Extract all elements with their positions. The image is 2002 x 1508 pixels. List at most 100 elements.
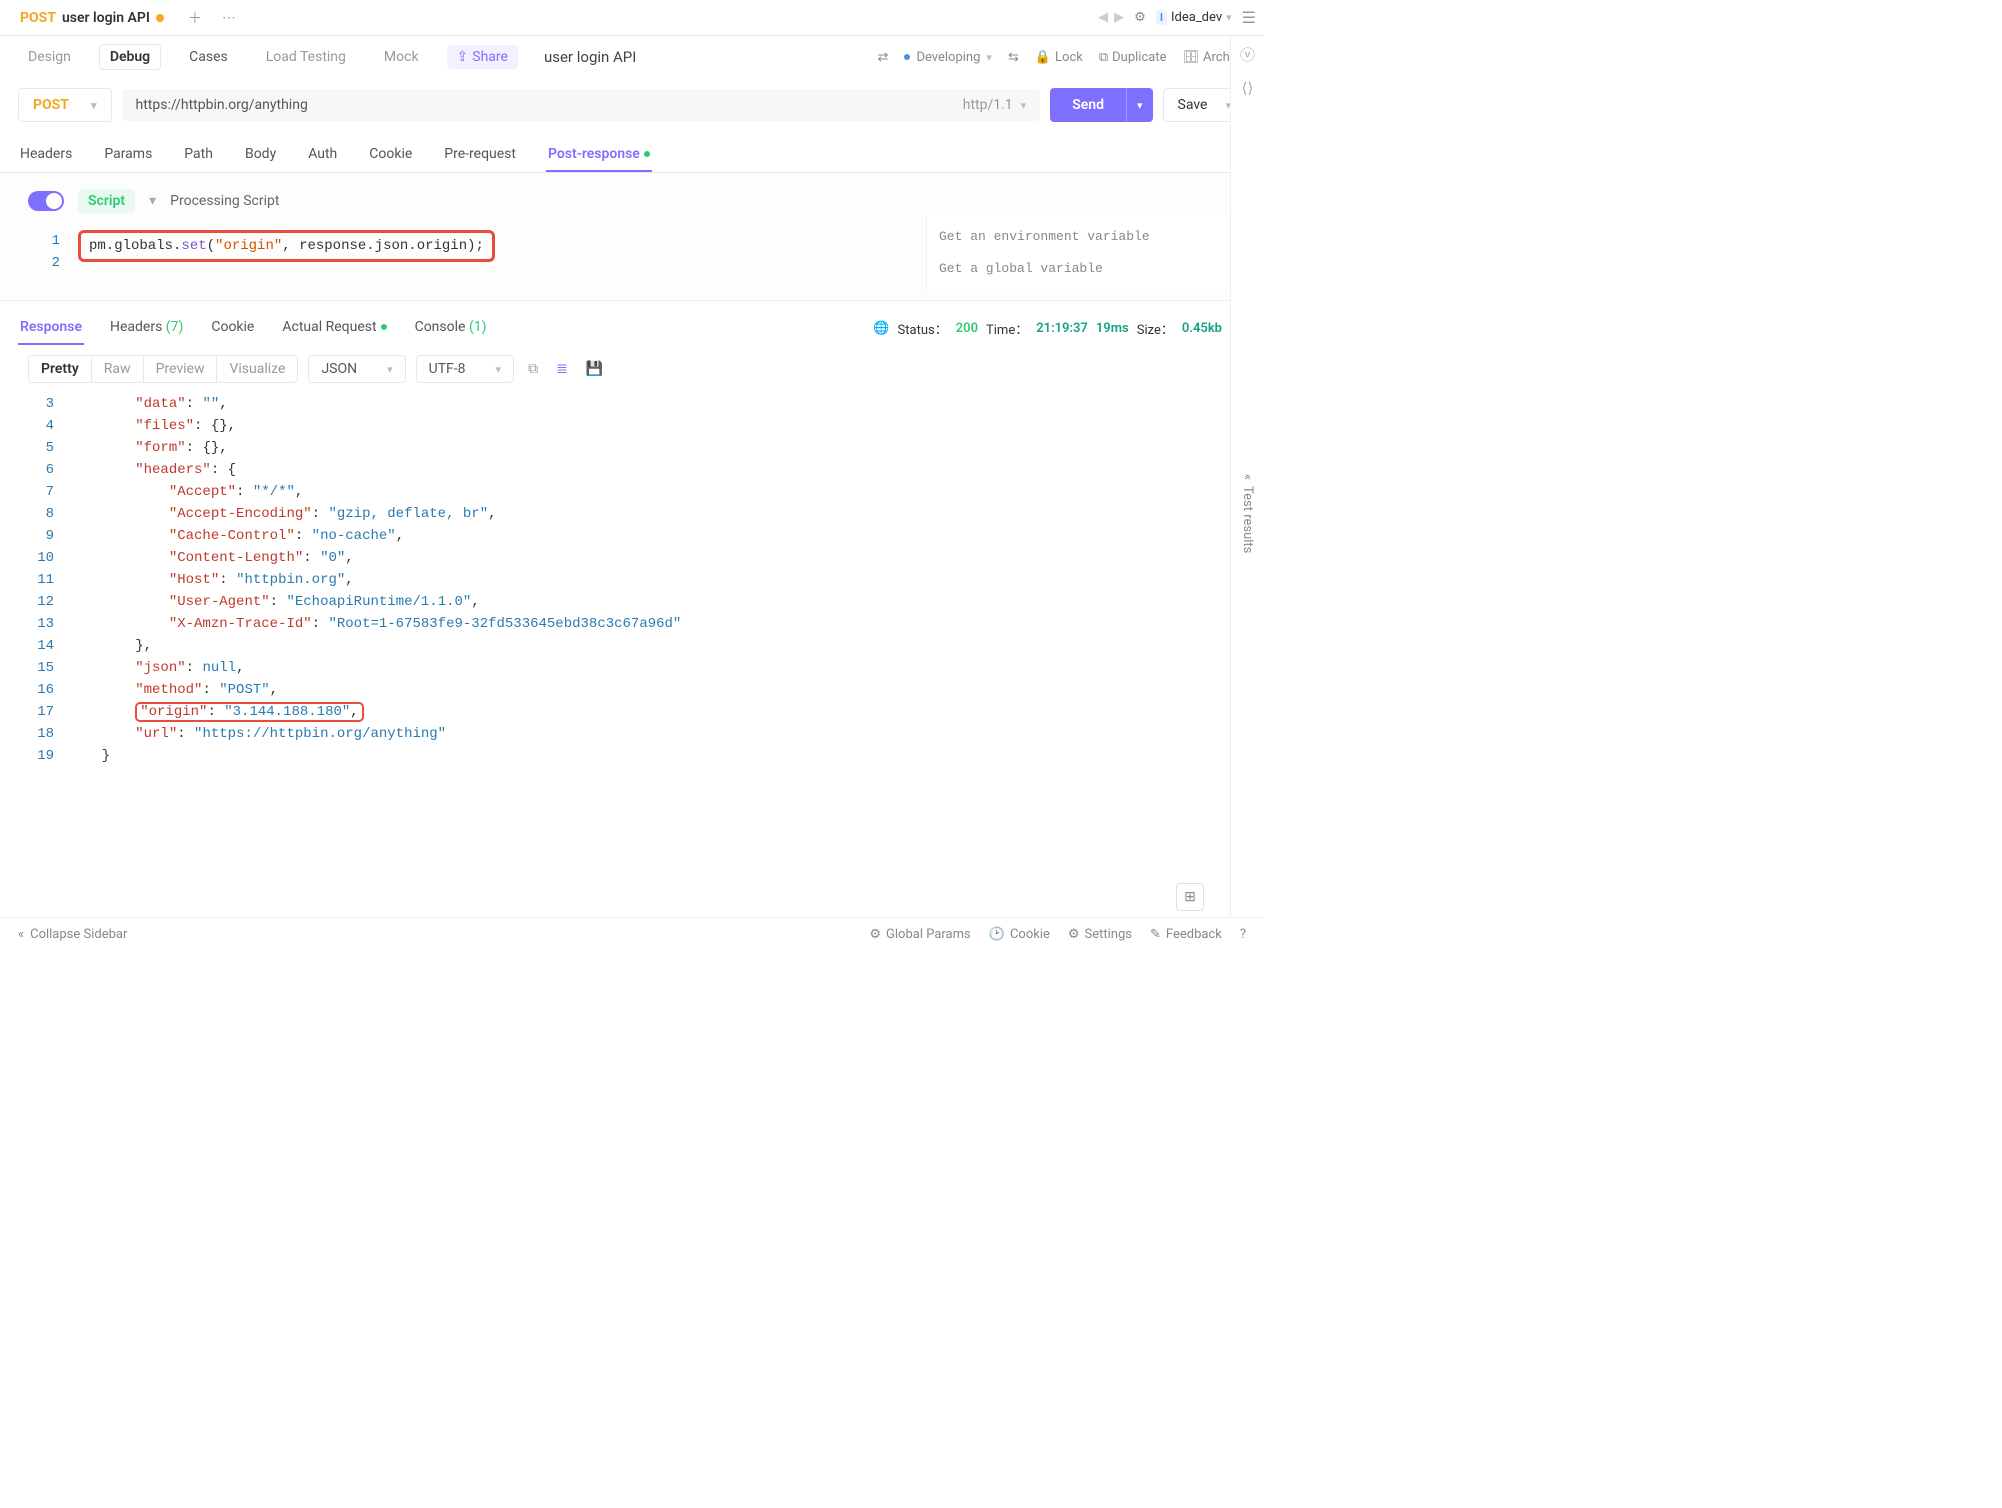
chevron-down-icon: ▾ [496,363,502,376]
help-icon[interactable]: ? [1240,927,1246,942]
layout-toggle-icon[interactable]: ⊞ [1176,883,1204,911]
globe-icon: 🌐 [873,321,889,336]
url-input[interactable]: https://httpbin.org/anything http/1.1 ▾ [122,89,1041,121]
copy-icon[interactable]: ⧉ [524,357,542,381]
design-tab[interactable]: Design [18,45,81,69]
test-results-panel-toggle[interactable]: « Test results [1240,474,1255,554]
req-tab-path[interactable]: Path [182,138,215,172]
env-letter-badge: I [1156,10,1167,25]
view-raw[interactable]: Raw [91,356,143,382]
filter-icon[interactable]: ⇄ [878,50,889,65]
chevron-down-icon: ▾ [1226,11,1232,24]
add-tab-button[interactable]: ＋ [180,4,210,32]
req-tab-auth[interactable]: Auth [306,138,339,172]
snippet-item[interactable]: Get a global variable [939,253,1234,285]
status-dot-icon [904,54,910,60]
view-mode-tabs: Pretty Raw Preview Visualize [28,355,298,383]
save-response-icon[interactable]: 💾 [582,357,607,381]
resp-tab-headers[interactable]: Headers (7) [108,311,185,345]
req-tab-prerequest[interactable]: Pre-request [442,138,518,172]
resp-tab-cookie[interactable]: Cookie [209,311,256,345]
response-elapsed: 19ms [1096,321,1129,336]
script-type-badge[interactable]: Script [78,189,135,213]
cases-tab[interactable]: Cases [179,45,238,69]
active-dot-icon [644,151,650,157]
req-tab-params[interactable]: Params [102,138,154,172]
status-code: 200 [956,321,978,336]
settings-button[interactable]: ⚙Settings [1068,927,1132,942]
req-tab-cookie[interactable]: Cookie [367,138,414,172]
archive-icon: 🗄 [1182,50,1199,65]
share-icon: ⇪ [457,49,469,65]
json-response-body[interactable]: "data": "", "files": {}, "form": {}, "he… [68,393,1264,723]
response-meta: 🌐 Status： 200 Time： 21:19:37 19ms Size： … [873,319,1246,338]
tab-title: user login API [62,10,150,26]
script-gutter: 1 2 [28,227,78,284]
response-time: 21:19:37 [1036,321,1088,336]
sliders-icon: ⚙ [869,927,881,942]
send-button[interactable]: Send [1050,88,1126,122]
resp-tab-response[interactable]: Response [18,311,84,345]
environment-selector[interactable]: I Idea_dev ▾ [1156,10,1232,25]
http-version-selector[interactable]: http/1.1 ▾ [963,97,1026,113]
view-preview[interactable]: Preview [143,356,217,382]
chevron-down-icon: ▾ [986,51,992,64]
resp-tab-actual[interactable]: Actual Request [280,311,388,345]
snippet-panel: Get an environment variable Get a global… [926,215,1246,291]
chevron-left-icon: « [1240,474,1255,480]
unsaved-dot-icon [156,14,164,22]
tab-method: POST [20,10,56,26]
gear-icon[interactable]: ⚙ [1134,10,1146,25]
duplicate-button[interactable]: ⧉Duplicate [1099,50,1167,65]
format-selector[interactable]: JSON ▾ [308,355,405,383]
chevron-down-icon[interactable]: ▾ [149,193,156,209]
share-button[interactable]: ⇪ Share [447,45,518,69]
menu-icon[interactable]: ☰ [1242,8,1256,27]
copy-icon: ⧉ [1099,50,1108,65]
response-size: 0.45kb [1182,321,1222,336]
debug-tab[interactable]: Debug [99,44,161,70]
mock-tab[interactable]: Mock [374,45,429,69]
code-icon[interactable]: ⟨⟩ [1242,79,1254,97]
resp-tab-console[interactable]: Console (1) [413,311,489,345]
gear-icon: ⚙ [1068,927,1080,942]
env-name: Idea_dev [1171,10,1222,25]
send-more-button[interactable]: ▾ [1126,88,1153,122]
script-label: Processing Script [170,193,279,209]
cookie-button[interactable]: 🕑Cookie [989,927,1050,942]
view-pretty[interactable]: Pretty [29,356,91,382]
api-name: user login API [544,48,636,66]
right-sidebar: ⓥ ⟨⟩ « Test results [1230,36,1264,917]
lock-button[interactable]: 🔒Lock [1035,50,1083,65]
variables-icon[interactable]: ⓥ [1240,44,1255,65]
clock-icon: 🕑 [989,927,1005,942]
req-tab-postresponse[interactable]: Post-response [546,138,652,172]
req-tab-headers[interactable]: Headers [18,138,74,172]
method-selector[interactable]: POST ▾ [18,88,112,122]
nav-back-icon[interactable]: ◀ [1098,10,1108,25]
nav-forward-icon[interactable]: ▶ [1114,10,1124,25]
wrap-icon[interactable]: ≣ [552,357,572,381]
feedback-button[interactable]: ✎Feedback [1150,927,1222,942]
chevron-down-icon: ▾ [1137,99,1143,112]
collapse-sidebar-button[interactable]: « Collapse Sidebar [18,927,127,942]
snippet-item[interactable]: Get an environment variable [939,221,1234,253]
req-tab-body[interactable]: Body [243,138,278,172]
view-visualize[interactable]: Visualize [216,356,297,382]
chevron-down-icon: ▾ [91,99,97,112]
script-editor[interactable]: pm.globals.set("origin", response.json.o… [78,227,1236,284]
chevron-left-icon: « [18,927,24,942]
global-params-button[interactable]: ⚙Global Params [869,927,970,942]
load-testing-tab[interactable]: Load Testing [256,45,356,69]
script-toggle[interactable] [28,191,64,211]
chevron-down-icon: ▾ [1021,99,1027,112]
swap-icon[interactable]: ⇆ [1008,50,1019,65]
active-dot-icon [381,324,387,330]
json-gutter: 345678910111213141516171819 [28,393,68,723]
tab-overflow-button[interactable]: ⋯ [214,6,244,30]
lock-icon: 🔒 [1035,50,1051,65]
tab-item[interactable]: POST user login API [8,4,176,32]
status-selector[interactable]: Developing ▾ [904,50,992,65]
encoding-selector[interactable]: UTF-8 ▾ [416,355,514,383]
highlight-box: pm.globals.set("origin", response.json.o… [78,230,495,262]
